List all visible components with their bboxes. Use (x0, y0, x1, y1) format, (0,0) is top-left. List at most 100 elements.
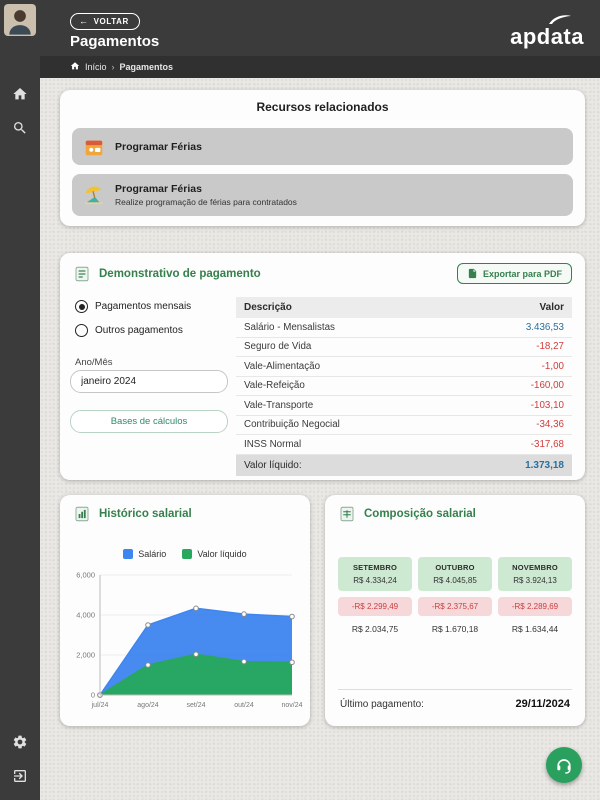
related-resources-title: Recursos relacionados (256, 100, 389, 114)
main-content: Recursos relacionados Programar Férias P… (40, 78, 600, 800)
deduction-value: -R$ 2.375,67 (431, 602, 479, 611)
salary-chart: 0 2,000 4,000 6,000 jul/24 ago/24 set/24 out/24… (76, 571, 302, 710)
gross-chip: NOVEMBRO R$ 3.924,13 (498, 557, 572, 591)
apdata-logo: apdata (510, 14, 584, 48)
chart-legend: Salário Valor líquido (60, 549, 310, 559)
salary-history-card: Histórico salarial Salário Valor líquido… (60, 495, 310, 726)
gross-chip: SETEMBRO R$ 4.334,24 (338, 557, 412, 591)
radio-circle[interactable] (75, 300, 88, 313)
legend-valor-liquido: Valor líquido (182, 549, 247, 559)
row-value: -1,00 (541, 360, 564, 372)
deduction-chip: -R$ 2.299,49 (338, 597, 412, 616)
deduction-chip: -R$ 2.375,67 (418, 597, 492, 616)
col-descricao: Descrição (244, 302, 292, 313)
avatar-photo (4, 4, 36, 36)
legend-salario: Salário (123, 549, 166, 559)
header: ← VOLTAR Pagamentos Início › Pagamentos … (40, 0, 600, 78)
settings-gear-icon[interactable] (12, 734, 28, 750)
user-avatar[interactable] (4, 4, 36, 36)
related-item-description: Realize programação de férias para contr… (115, 197, 297, 207)
breadcrumb-home-icon[interactable] (70, 58, 80, 76)
net-value: R$ 1.670,18 (431, 624, 479, 634)
table-header: Descrição Valor (236, 297, 572, 318)
svg-text:6,000: 6,000 (76, 571, 95, 580)
footer-label: Valor líquido: (244, 459, 302, 471)
svg-text:nov/24: nov/24 (281, 702, 302, 709)
logout-icon[interactable] (12, 768, 28, 784)
table-row: Vale-Transporte -103,10 (236, 396, 572, 416)
search-icon[interactable] (12, 120, 28, 136)
legend-label: Valor líquido (197, 549, 247, 559)
divider (338, 689, 572, 690)
deduction-value: -R$ 2.299,49 (351, 602, 399, 611)
breadcrumb-inicio[interactable]: Início (85, 62, 107, 72)
row-value: -34,36 (536, 419, 564, 431)
payment-table: Descrição Valor Salário - Mensalistas 3.… (236, 297, 572, 476)
radio-circle[interactable] (75, 324, 88, 337)
statement-title: Demonstrativo de pagamento (99, 267, 261, 280)
related-item-label: Programar Férias (115, 183, 202, 195)
page-title: Pagamentos (70, 33, 160, 50)
deduction-value: -R$ 2.289,69 (511, 602, 559, 611)
row-value: -18,27 (536, 341, 564, 353)
support-fab-button[interactable] (546, 747, 582, 783)
radio-label: Outros pagamentos (95, 325, 183, 336)
back-label: VOLTAR (93, 17, 129, 26)
radio-pagamentos-mensais[interactable]: Pagamentos mensais (75, 300, 191, 313)
table-row: Vale-Alimentação -1,00 (236, 357, 572, 377)
last-payment-value: 29/11/2024 (515, 698, 570, 710)
beach-vacation-icon (84, 186, 104, 205)
composition-month-setembro: SETEMBRO R$ 4.334,24 -R$ 2.299,49 R$ 2.0… (338, 557, 412, 634)
net-value: R$ 1.634,44 (511, 624, 559, 634)
svg-text:out/24: out/24 (234, 702, 254, 709)
row-value: -317,68 (530, 438, 564, 450)
row-desc: INSS Normal (244, 438, 302, 450)
table-row: Salário - Mensalistas 3.436,53 (236, 318, 572, 338)
month-name: SETEMBRO (352, 563, 398, 572)
month-name: OUTUBRO (435, 563, 475, 572)
row-desc: Vale-Transporte (244, 399, 314, 411)
table-row: INSS Normal -317,68 (236, 435, 572, 455)
table-row: Vale-Refeição -160,00 (236, 377, 572, 396)
svg-text:set/24: set/24 (186, 702, 205, 709)
net-value: R$ 2.034,75 (351, 624, 399, 634)
breadcrumb: Início › Pagamentos (70, 60, 173, 74)
col-valor: Valor (539, 302, 564, 313)
legend-label: Salário (138, 549, 167, 559)
period-label: Ano/Mês (75, 357, 113, 368)
export-pdf-label: Exportar para PDF (482, 268, 562, 279)
related-resources-card: Recursos relacionados Programar Férias P… (60, 90, 585, 226)
gross-value: R$ 3.924,13 (513, 576, 557, 585)
screen: ← VOLTAR Pagamentos Início › Pagamentos … (0, 0, 600, 800)
pdf-export-icon (468, 268, 477, 279)
table-row: Seguro de Vida -18,27 (236, 338, 572, 357)
row-desc: Salário - Mensalistas (244, 321, 335, 333)
composition-title: Composição salarial (364, 508, 476, 520)
related-item-programar-ferias-2[interactable]: Programar Férias Realize programação de … (72, 174, 573, 216)
composition-table-icon (340, 506, 354, 522)
radio-label: Pagamentos mensais (95, 301, 192, 312)
logo-text: apdata (510, 24, 584, 49)
history-chart-icon (75, 506, 89, 522)
period-input[interactable] (70, 370, 228, 393)
back-button[interactable]: ← VOLTAR (70, 13, 140, 30)
row-desc: Vale-Refeição (244, 380, 305, 392)
home-icon[interactable] (12, 86, 28, 102)
statement-document-icon (75, 266, 89, 281)
row-desc: Vale-Alimentação (244, 360, 321, 372)
month-name: NOVEMBRO (512, 563, 558, 572)
table-footer-net-value: Valor líquido: 1.373,18 (236, 454, 572, 476)
bases-calculos-button[interactable]: Bases de cálculos (70, 410, 228, 433)
gross-value: R$ 4.334,24 (353, 576, 397, 585)
radio-outros-pagamentos[interactable]: Outros pagamentos (75, 324, 183, 337)
composition-month-outubro: OUTUBRO R$ 4.045,85 -R$ 2.375,67 R$ 1.67… (418, 557, 492, 634)
related-item-programar-ferias-1[interactable]: Programar Férias (72, 128, 573, 165)
footer-value: 1.373,18 (525, 459, 564, 471)
row-value: -103,10 (530, 399, 564, 411)
salario-swatch (123, 549, 134, 559)
row-value: 3.436,53 (525, 321, 564, 333)
headset-icon (557, 759, 571, 774)
vacation-schedule-icon (85, 140, 103, 155)
breadcrumb-current: Pagamentos (119, 62, 174, 72)
export-pdf-button[interactable]: Exportar para PDF (456, 263, 572, 284)
